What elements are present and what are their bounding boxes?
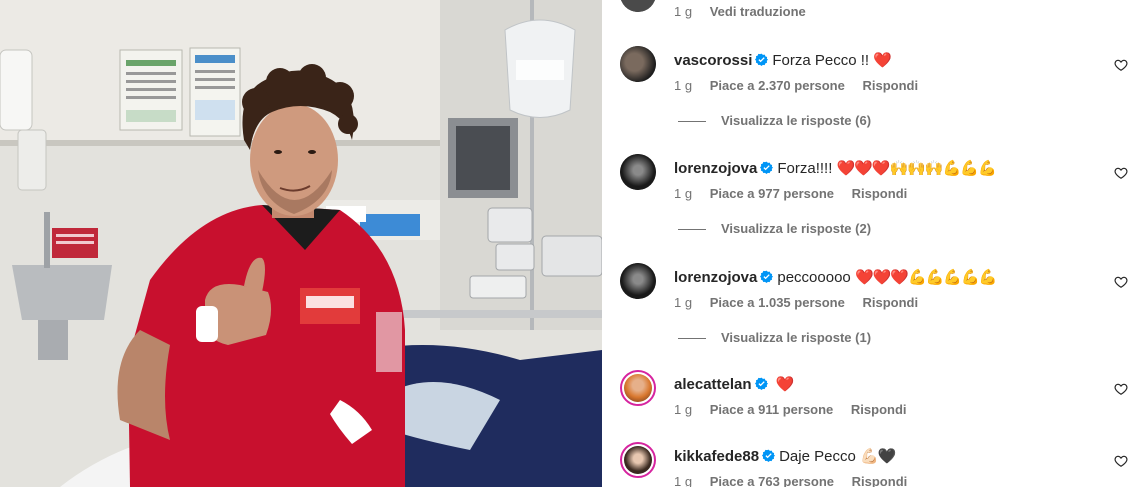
comment-line: kikkafede88 Daje Pecco 💪🏻🖤 bbox=[674, 447, 896, 467]
comment-item: lorenzojova Forza!!!! ❤️❤️❤️🙌🙌🙌💪💪💪 1 g Pi… bbox=[602, 154, 1140, 214]
post-photo[interactable] bbox=[0, 0, 602, 487]
view-replies-label: Visualizza le risposte (1) bbox=[721, 330, 872, 345]
avatar[interactable] bbox=[620, 263, 656, 299]
comment-item: vascorossi Forza Pecco !! ❤️ 1 g Piace a … bbox=[602, 46, 1140, 106]
comment-emoji: ❤️❤️❤️🙌🙌🙌💪💪💪 bbox=[836, 160, 997, 177]
comment-meta: 1 g Vedi traduzione bbox=[674, 4, 820, 19]
comment-time: 1 g bbox=[674, 186, 693, 201]
comment-time: 1 g bbox=[674, 474, 693, 487]
comment-username[interactable]: vascorossi bbox=[674, 52, 752, 69]
comment-username[interactable]: kikkafede88 bbox=[674, 448, 759, 465]
comment-likes[interactable]: Piace a 977 persone bbox=[710, 186, 834, 201]
comment-time: 1 g bbox=[674, 402, 693, 417]
replies-divider bbox=[678, 121, 706, 123]
heart-outline-icon[interactable] bbox=[1114, 454, 1128, 468]
replies-divider bbox=[678, 229, 706, 231]
view-replies-button[interactable]: Visualizza le risposte (2) bbox=[678, 221, 871, 236]
comment-item: alecattelan ❤️ 1 g Piace a 911 persone R… bbox=[602, 370, 1140, 430]
avatar[interactable] bbox=[620, 0, 656, 12]
comment-username[interactable]: lorenzojova bbox=[674, 160, 757, 177]
verified-badge-icon bbox=[760, 270, 774, 283]
comment-time: 1 g bbox=[674, 4, 693, 19]
reply-button[interactable]: Rispondi bbox=[852, 186, 908, 201]
comment-likes[interactable]: Piace a 911 persone bbox=[710, 402, 834, 417]
comment-line: lorenzojova Forza!!!! ❤️❤️❤️🙌🙌🙌💪💪💪 bbox=[674, 159, 997, 179]
comment-item-partial: 1 g Vedi traduzione bbox=[602, 0, 1140, 36]
view-replies-button[interactable]: Visualizza le risposte (6) bbox=[678, 113, 871, 128]
comment-text: Forza Pecco !! bbox=[772, 52, 870, 69]
replies-divider bbox=[678, 338, 706, 340]
heart-outline-icon[interactable] bbox=[1114, 58, 1128, 72]
verified-badge-icon bbox=[755, 53, 769, 66]
comment-meta: 1 g Piace a 2.370 persone Rispondi bbox=[674, 78, 932, 93]
avatar[interactable] bbox=[620, 442, 656, 478]
comment-meta: 1 g Piace a 977 persone Rispondi bbox=[674, 186, 921, 201]
avatar[interactable] bbox=[620, 46, 656, 82]
avatar[interactable] bbox=[620, 370, 656, 406]
comment-likes[interactable]: Piace a 763 persone bbox=[710, 474, 834, 487]
reply-button[interactable]: Rispondi bbox=[862, 78, 918, 93]
verified-badge-icon bbox=[762, 449, 776, 462]
comment-emoji: ❤️ bbox=[775, 376, 795, 393]
comment-line: alecattelan ❤️ bbox=[674, 375, 795, 395]
comment-line: vascorossi Forza Pecco !! ❤️ bbox=[674, 51, 892, 71]
view-replies-label: Visualizza le risposte (2) bbox=[721, 221, 872, 236]
reply-button[interactable]: Rispondi bbox=[862, 295, 918, 310]
reply-button[interactable]: Rispondi bbox=[851, 402, 907, 417]
comment-item: lorenzojova peccooooo ❤️❤️❤️💪💪💪💪💪 1 g Pia… bbox=[602, 263, 1140, 323]
heart-outline-icon[interactable] bbox=[1114, 275, 1128, 289]
comment-meta: 1 g Piace a 1.035 persone Rispondi bbox=[674, 295, 932, 310]
view-replies-button[interactable]: Visualizza le risposte (1) bbox=[678, 330, 871, 345]
see-translation-button[interactable]: Vedi traduzione bbox=[710, 4, 806, 19]
comment-time: 1 g bbox=[674, 78, 693, 93]
comment-username[interactable]: alecattelan bbox=[674, 376, 752, 393]
comment-likes[interactable]: Piace a 1.035 persone bbox=[710, 295, 845, 310]
comments-panel[interactable]: 1 g Vedi traduzione vascorossi Forza Pecc… bbox=[602, 0, 1140, 487]
avatar[interactable] bbox=[620, 154, 656, 190]
comment-emoji: ❤️❤️❤️💪💪💪💪💪 bbox=[854, 269, 997, 286]
comment-emoji: 💪🏻🖤 bbox=[859, 448, 896, 465]
view-replies-label: Visualizza le risposte (6) bbox=[721, 113, 872, 128]
comment-username[interactable]: lorenzojova bbox=[674, 269, 757, 286]
verified-badge-icon bbox=[754, 377, 768, 390]
post-photo-illustration bbox=[0, 0, 602, 487]
comment-text: Forza!!!! bbox=[777, 160, 833, 177]
comment-meta: 1 g Piace a 763 persone Rispondi bbox=[674, 474, 921, 487]
comment-meta: 1 g Piace a 911 persone Rispondi bbox=[674, 402, 921, 417]
heart-outline-icon[interactable] bbox=[1114, 166, 1128, 180]
comment-text: peccooooo bbox=[777, 269, 851, 286]
comment-text: Daje Pecco bbox=[779, 448, 856, 465]
comment-time: 1 g bbox=[674, 295, 693, 310]
heart-outline-icon[interactable] bbox=[1114, 382, 1128, 396]
comment-item: kikkafede88 Daje Pecco 💪🏻🖤 1 g Piace a 76… bbox=[602, 442, 1140, 487]
comment-likes[interactable]: Piace a 2.370 persone bbox=[710, 78, 845, 93]
comment-line: lorenzojova peccooooo ❤️❤️❤️💪💪💪💪💪 bbox=[674, 268, 997, 288]
comment-emoji: ❤️ bbox=[873, 52, 892, 69]
reply-button[interactable]: Rispondi bbox=[852, 474, 908, 487]
verified-badge-icon bbox=[760, 161, 774, 174]
